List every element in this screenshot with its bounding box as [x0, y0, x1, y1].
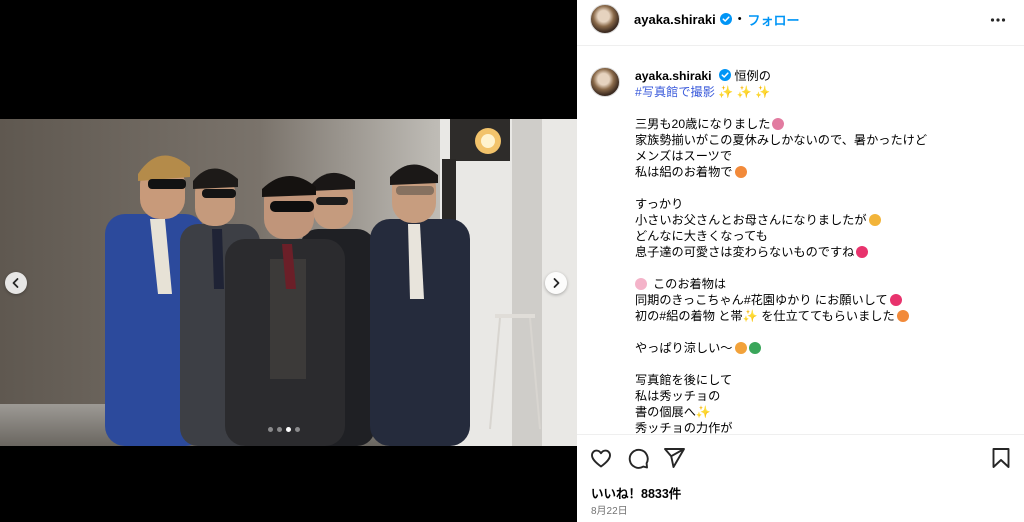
caption-line: 同期のきっこちゃん#花園ゆかり にお願いして — [635, 293, 888, 307]
caption-gap — [635, 324, 1005, 340]
caption-line: 家族勢揃いがこの夏休みしかないので、暑かったけど — [635, 133, 928, 147]
header-username[interactable]: ayaka.shiraki — [634, 12, 716, 27]
post-side-panel: ayaka.shiraki • フォロー ayaka.shiraki 恒例の #… — [577, 0, 1024, 522]
flower-emoji-icon — [635, 278, 647, 290]
heart-emoji-icon — [889, 294, 902, 306]
smile-emoji-icon — [734, 166, 747, 178]
caption-line: 息子達の可愛さは変わらないものですね — [635, 245, 855, 259]
carousel-next-button[interactable] — [545, 272, 567, 294]
clover-emoji-icon — [748, 342, 761, 354]
caption-line: メンズはスーツで — [635, 149, 733, 163]
caption-gap — [635, 356, 1005, 372]
post-photo[interactable] — [0, 119, 577, 446]
likes-count[interactable]: いいね！8833件 — [591, 483, 681, 502]
caption-section: ayaka.shiraki 恒例の #写真館で撮影 ✨ ✨ ✨ 三男も20歳にな… — [577, 60, 1024, 434]
heart-emoji-icon — [856, 246, 869, 258]
caption-line: 私は絽のお着物で — [635, 165, 733, 179]
caption-line: すっかり — [635, 197, 684, 211]
caption-line: 三男も20歳になりました — [635, 117, 771, 131]
chevron-left-icon — [12, 278, 19, 288]
chevron-right-icon — [553, 278, 560, 288]
bookmark-icon[interactable] — [989, 446, 1013, 470]
header-separator: • — [737, 13, 742, 25]
post-actions — [577, 444, 1024, 470]
carousel-dot — [277, 427, 282, 432]
follow-button[interactable]: フォロー — [748, 10, 800, 29]
caption-gap — [635, 260, 1005, 276]
smile-emoji-icon — [734, 342, 747, 354]
caption-avatar[interactable] — [590, 67, 620, 97]
caption-line: 恒例の — [734, 69, 771, 83]
caption-line: 私は秀ッチョの — [635, 389, 721, 403]
actions-divider — [577, 434, 1024, 435]
caption-line: 秀ッチョの力作が — [635, 421, 733, 434]
verified-badge-icon — [718, 69, 731, 81]
caption-line: 小さいお父さんとお母さんになりましたが — [635, 213, 867, 227]
carousel-dot-active — [286, 427, 291, 432]
family-photo-image — [0, 119, 577, 446]
smile-emoji-icon — [896, 310, 909, 322]
caption-line: 写真館を後にして — [635, 373, 733, 387]
caption-line: 書の個展へ✨ — [635, 405, 712, 419]
caption-gap — [635, 180, 1005, 196]
caption-gap — [635, 100, 1005, 116]
heart-icon[interactable] — [589, 446, 613, 470]
carousel-dot — [268, 427, 273, 432]
carousel-dot — [295, 427, 300, 432]
post-header: ayaka.shiraki • フォロー — [577, 0, 1024, 38]
hashtag-link[interactable]: #写真館で撮影 ✨ ✨ ✨ — [635, 85, 771, 99]
caption-line: やっぱり涼しい〜 — [635, 341, 733, 355]
caption-text: ayaka.shiraki 恒例の #写真館で撮影 ✨ ✨ ✨ 三男も20歳にな… — [635, 68, 1005, 434]
caption-line: どんなに大きくなっても — [635, 229, 768, 243]
carousel-prev-button[interactable] — [5, 272, 27, 294]
more-options-icon[interactable] — [990, 12, 1006, 28]
verified-badge-icon — [719, 13, 732, 25]
post-date[interactable]: 8月22日 — [591, 502, 628, 517]
share-icon[interactable] — [662, 446, 686, 470]
laughing-emoji-icon — [868, 214, 881, 226]
caption-line: 初の#絽の着物 と帯✨ を仕立ててもらいました — [635, 309, 895, 323]
celebration-emoji-icon — [772, 118, 785, 130]
header-divider — [577, 45, 1024, 46]
post-media — [0, 0, 577, 522]
comment-icon[interactable] — [626, 446, 650, 470]
avatar[interactable] — [590, 4, 620, 34]
caption-line: このお着物は — [653, 277, 727, 291]
caption-username[interactable]: ayaka.shiraki — [635, 69, 712, 83]
carousel-indicator — [268, 427, 300, 432]
